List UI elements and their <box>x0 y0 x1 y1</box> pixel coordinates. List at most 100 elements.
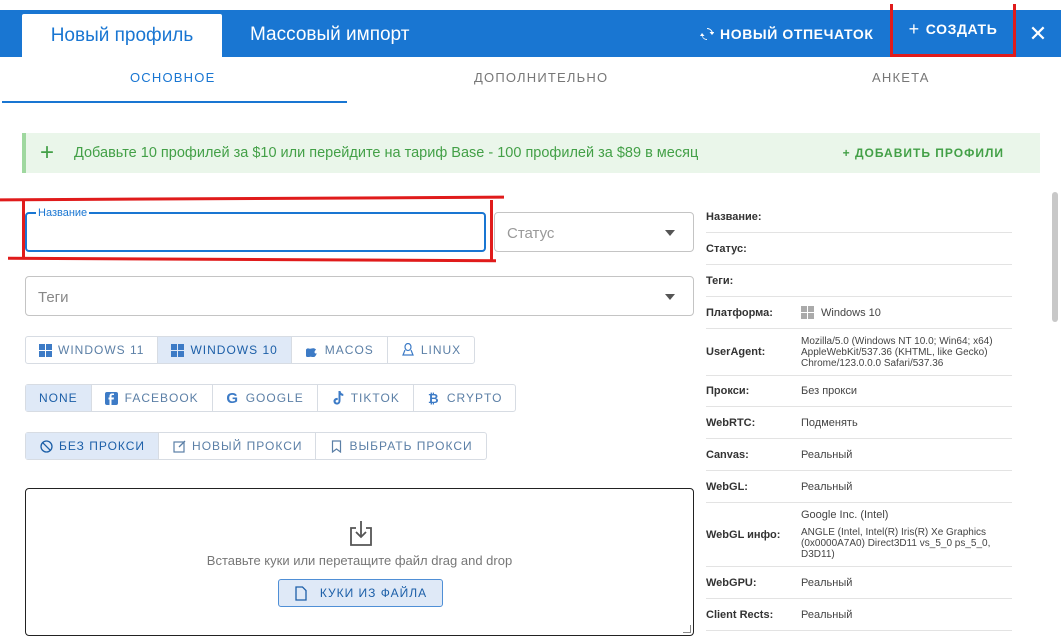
tab-new-profile[interactable]: Новый профиль <box>22 14 222 57</box>
proxy-new[interactable]: НОВЫЙ ПРОКСИ <box>159 433 317 459</box>
promo-text: Добавьте 10 профилей за $10 или перейдит… <box>74 145 699 161</box>
preset-crypto[interactable]: ₿ CRYPTO <box>414 385 516 411</box>
annotation-line <box>0 195 505 202</box>
summary-key: Canvas: <box>706 448 749 461</box>
new-fingerprint-label: НОВЫЙ ОТПЕЧАТОК <box>720 26 874 42</box>
preset-tiktok[interactable]: TIKTOK <box>318 385 414 411</box>
cookies-from-file-button[interactable]: КУКИ ИЗ ФАЙЛА <box>278 579 443 607</box>
os-label: WINDOWS 11 <box>58 343 145 357</box>
add-profiles-link[interactable]: + ДОБАВИТЬ ПРОФИЛИ <box>843 146 1004 160</box>
cookies-hint: Вставьте куки или перетащите файл drag a… <box>206 553 513 568</box>
summary-row: Теги: <box>706 265 1012 297</box>
edit-icon <box>172 439 186 453</box>
tab-additional[interactable]: ДОПОЛНИТЕЛЬНО <box>474 70 608 85</box>
scrollbar[interactable] <box>1052 192 1058 322</box>
os-label: LINUX <box>420 343 462 357</box>
summary-value-wrap: Windows 10 <box>801 306 1012 319</box>
facebook-icon <box>105 391 119 405</box>
name-input[interactable] <box>25 212 486 252</box>
status-select[interactable]: Статус <box>494 212 694 252</box>
windows-icon <box>801 306 814 319</box>
summary-key: Платформа: <box>706 306 773 319</box>
summary-key: Client Rects: <box>706 608 774 621</box>
plus-icon: + <box>40 139 55 166</box>
summary-key: Название: <box>706 210 762 223</box>
status-placeholder: Статус <box>507 225 555 242</box>
summary-row: Название: <box>706 201 1012 233</box>
tags-placeholder: Теги <box>38 289 69 306</box>
summary-value: Реальный <box>801 576 853 589</box>
summary-key: Статус: <box>706 242 747 255</box>
tags-select[interactable]: Теги <box>25 276 694 316</box>
preset-none[interactable]: NONE <box>26 385 92 411</box>
preset-label: TIKTOK <box>350 391 400 405</box>
os-label: MACOS <box>324 343 374 357</box>
os-windows-11[interactable]: WINDOWS 11 <box>26 337 159 363</box>
close-icon[interactable]: ✕ <box>1024 20 1052 48</box>
summary-row: WebGPU: Реальный <box>706 567 1012 599</box>
tiktok-icon <box>331 391 345 405</box>
cookies-textarea[interactable]: Вставьте куки или перетащите файл drag a… <box>25 488 694 636</box>
summary-key: WebRTC: <box>706 416 756 429</box>
chevron-down-icon <box>665 294 675 300</box>
proxy-label: НОВЫЙ ПРОКСИ <box>192 439 303 453</box>
summary-value: Реальный <box>801 480 853 493</box>
refresh-icon <box>700 27 714 41</box>
new-fingerprint-button[interactable]: НОВЫЙ ОТПЕЧАТОК <box>700 20 874 48</box>
proxy-select[interactable]: ВЫБРАТЬ ПРОКСИ <box>316 433 485 459</box>
bitcoin-icon: ₿ <box>428 390 440 406</box>
create-button[interactable]: + СОЗДАТЬ <box>890 4 1016 57</box>
summary-key: WebGL: <box>706 480 748 493</box>
preset-google[interactable]: G GOOGLE <box>213 385 318 411</box>
tab-bulk-import[interactable]: Массовый импорт <box>250 20 409 50</box>
tab-questionnaire[interactable]: АНКЕТА <box>872 70 930 85</box>
proxy-none[interactable]: БЕЗ ПРОКСИ <box>26 433 160 459</box>
os-windows-10[interactable]: WINDOWS 10 <box>158 337 292 363</box>
summary-value: Реальный <box>801 608 853 621</box>
os-macos[interactable]: MACOS <box>292 337 388 363</box>
active-tab-indicator <box>2 101 347 103</box>
summary-row: WebRTC: Подменять <box>706 407 1012 439</box>
proxy-label: БЕЗ ПРОКСИ <box>59 439 146 453</box>
summary-value: Windows 10 <box>821 306 881 319</box>
windows-icon <box>39 343 52 357</box>
preset-label: FACEBOOK <box>124 391 199 405</box>
summary-value: Подменять <box>801 416 858 429</box>
summary-row: Прокси: Без прокси <box>706 376 1012 407</box>
summary-key: WebGPU: <box>706 576 757 589</box>
os-selector: WINDOWS 11 WINDOWS 10 MACOS LINUX <box>25 336 476 364</box>
summary-value: Реальный <box>801 448 853 461</box>
summary-value-wrap: Google Inc. (Intel) ANGLE (Intel, Intel(… <box>801 508 1012 560</box>
summary-key: Прокси: <box>706 385 750 397</box>
file-icon <box>294 585 308 601</box>
google-icon: G <box>226 389 240 407</box>
os-linux[interactable]: LINUX <box>388 337 474 363</box>
top-bar: Новый профиль Массовый импорт НОВЫЙ ОТПЕ… <box>0 0 1061 57</box>
summary-value: Google Inc. (Intel) <box>801 508 889 521</box>
download-icon <box>350 521 372 546</box>
summary-value: Mozilla/5.0 (Windows NT 10.0; Win64; x64… <box>801 335 993 369</box>
windows-icon <box>171 343 185 357</box>
summary-row: Платформа: Windows 10 <box>706 297 1012 329</box>
summary-row: UserAgent: Mozilla/5.0 (Windows NT 10.0; … <box>706 329 1012 376</box>
linux-icon <box>401 343 415 357</box>
summary-key: WebGL инфо: <box>706 528 781 541</box>
summary-row: WebGL: Реальный <box>706 471 1012 503</box>
proxy-selector: БЕЗ ПРОКСИ НОВЫЙ ПРОКСИ ВЫБРАТЬ ПРОКСИ <box>25 432 487 460</box>
summary-row: Canvas: Реальный <box>706 439 1012 471</box>
summary-row: Client Rects: Реальный <box>706 599 1012 631</box>
preset-selector: NONE FACEBOOK G GOOGLE TIKTOK ₿ CRYPTO <box>25 384 517 412</box>
proxy-label: ВЫБРАТЬ ПРОКСИ <box>349 439 473 453</box>
create-label: СОЗДАТЬ <box>925 21 998 37</box>
resize-handle[interactable] <box>683 625 691 633</box>
annotation-line <box>7 256 497 263</box>
summary-value: ANGLE (Intel, Intel(R) Iris(R) Xe Graphi… <box>801 526 991 560</box>
apple-icon <box>305 343 319 357</box>
chevron-down-icon <box>665 230 675 236</box>
preset-label: GOOGLE <box>245 391 304 405</box>
summary-key: Теги: <box>706 274 734 287</box>
preset-facebook[interactable]: FACEBOOK <box>92 385 213 411</box>
ban-icon <box>39 439 53 453</box>
preset-label: NONE <box>39 391 78 405</box>
tab-main[interactable]: ОСНОВНОЕ <box>130 70 215 85</box>
